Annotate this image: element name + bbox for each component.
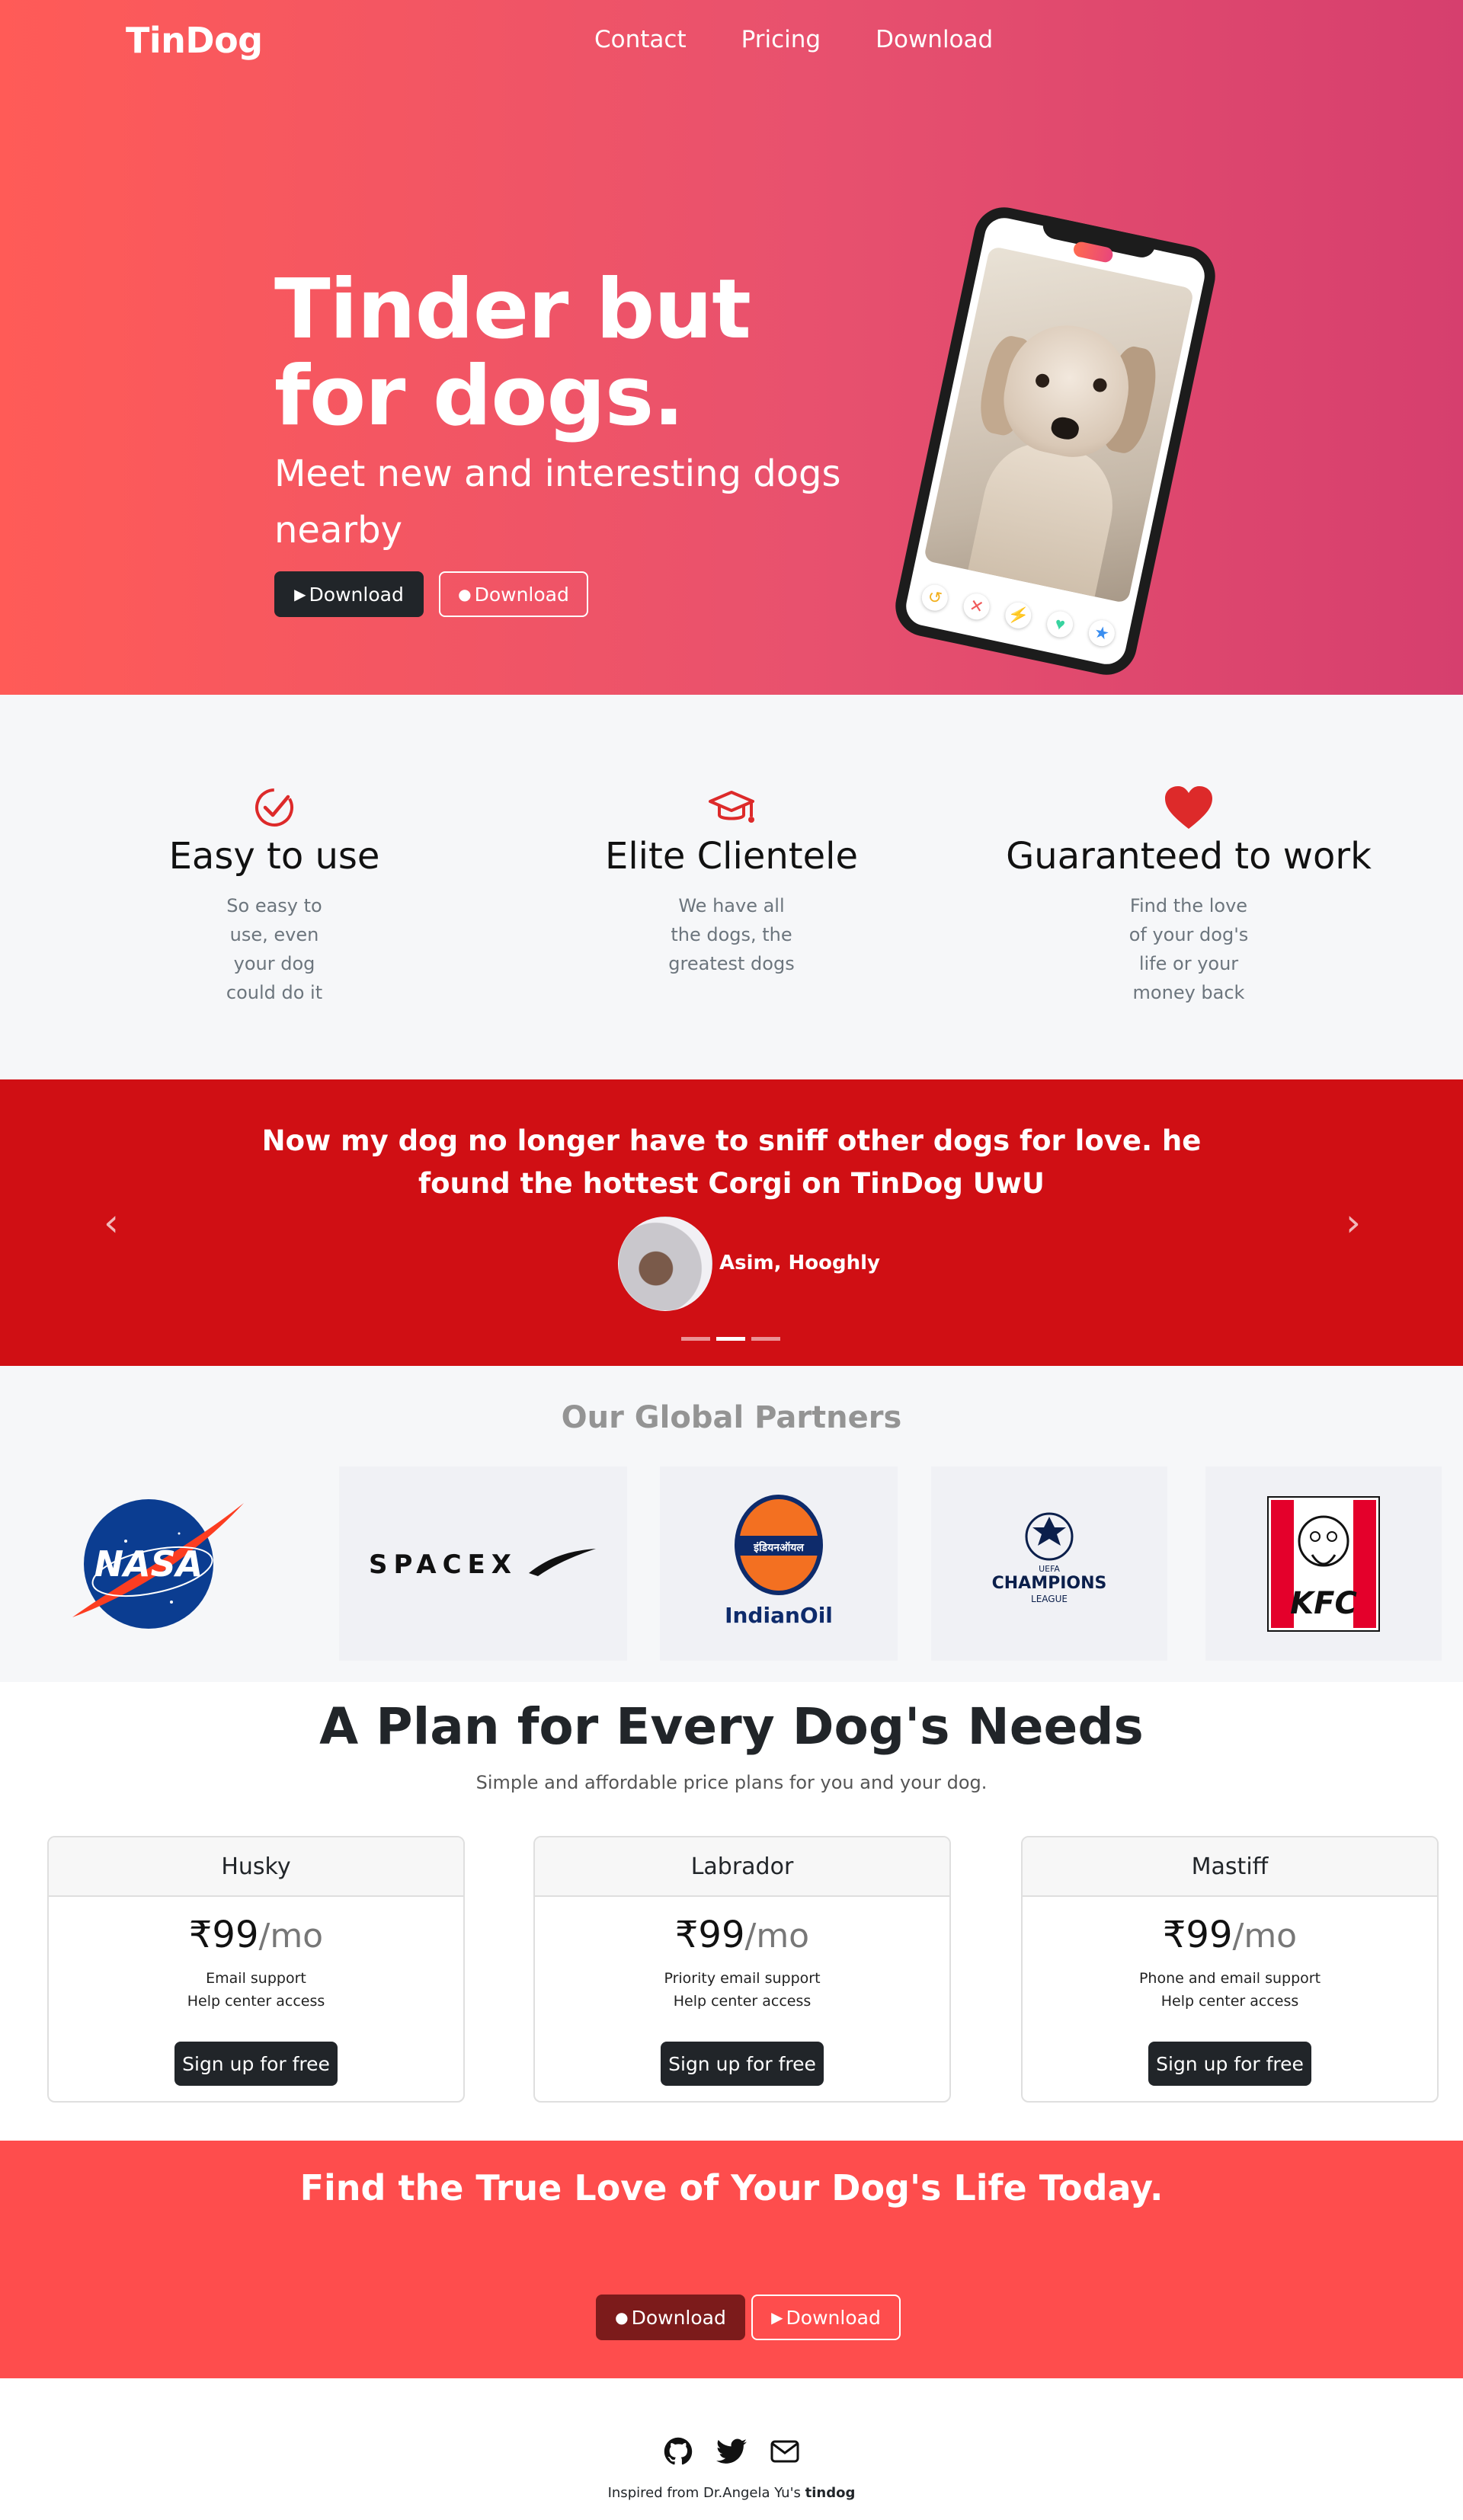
league-text: LEAGUE <box>1031 1594 1068 1604</box>
testimonial-quote: Now my dog no longer have to sniff other… <box>261 1124 1202 1200</box>
plan-price: ₹99/mo <box>188 1914 324 1956</box>
plan-feature: Help center access <box>673 1993 812 2010</box>
plan-features: Priority email support Help center acces… <box>535 1967 949 2013</box>
signup-button-husky[interactable]: Sign up for free <box>174 2042 338 2086</box>
apple-icon: ● <box>458 585 472 603</box>
footer-credit: Inspired from Dr.Angela Yu's tindog <box>0 2485 1463 2501</box>
plan-feature: Help center access <box>187 1993 325 2010</box>
play-store-icon: ▶ <box>294 585 306 603</box>
plan-feature: Help center access <box>1160 1993 1299 2010</box>
carousel-indicators <box>681 1337 780 1341</box>
testimonial-author: Asim, Hooghly <box>719 1252 880 1274</box>
carousel-indicator-active[interactable] <box>716 1337 745 1341</box>
heart-icon <box>991 785 1387 830</box>
nav-link-contact[interactable]: Contact <box>594 26 687 53</box>
nav-links: Contact Pricing Download <box>594 26 993 53</box>
feature-elite-clientele: Elite Clientele We have all the dogs, th… <box>533 785 930 978</box>
social-links <box>663 2436 800 2467</box>
plan-feature: Phone and email support <box>1138 1970 1321 1987</box>
plan-name: Husky <box>49 1837 463 1897</box>
feature-title: Easy to use <box>168 835 380 878</box>
champions-league-text: CHAMPIONS <box>992 1574 1107 1593</box>
plan-card-mastiff: Mastiff ₹99/mo Phone and email support H… <box>1021 1836 1439 2103</box>
kfc-logo-text: KFC <box>1290 1586 1357 1621</box>
cta-title: Find the True Love of Your Dog's Life To… <box>299 2167 1164 2208</box>
nasa-logo-text: NASA <box>94 1543 203 1585</box>
pricing-subtitle: Simple and affordable price plans for yo… <box>475 1772 988 1793</box>
plan-feature: Email support <box>206 1970 306 1987</box>
feature-text: So easy to use, even your dog could do i… <box>226 895 323 1003</box>
avatar <box>618 1217 712 1311</box>
button-label: Download <box>309 583 404 606</box>
plan-features: Email support Help center access <box>49 1967 463 2013</box>
feature-text: We have all the dogs, the greatest dogs <box>668 895 795 974</box>
superlike-icon: ★ <box>1086 618 1118 649</box>
plan-feature: Priority email support <box>664 1970 821 1987</box>
phone-mockup-image: ↺ ✕ ⚡ ♥ ★ <box>889 201 1221 681</box>
nav-link-download[interactable]: Download <box>876 26 993 53</box>
carousel-prev-icon[interactable]: ‹ <box>88 1204 134 1242</box>
boost-icon: ⚡ <box>1003 600 1034 632</box>
dog-photo <box>923 245 1195 604</box>
button-label: Download <box>474 583 569 606</box>
email-icon[interactable] <box>770 2436 800 2467</box>
indianoil-hindi-text: इंडियनऑयल <box>753 1541 804 1554</box>
play-store-icon: ▶ <box>771 2308 783 2327</box>
plan-card-labrador: Labrador ₹99/mo Priority email support H… <box>533 1836 951 2103</box>
indianoil-logo: इंडियनऑयल IndianOil <box>660 1466 898 1661</box>
play-store-download-button[interactable]: ▶ Download <box>751 2295 901 2340</box>
credit-text: Inspired from Dr.Angela Yu's <box>607 2485 805 2501</box>
graduation-cap-icon <box>533 785 930 830</box>
credit-link[interactable]: tindog <box>805 2485 856 2501</box>
spacex-logo: SPACEX <box>339 1466 627 1661</box>
feature-text: Find the love of your dog's life or your… <box>1128 895 1249 1003</box>
app-store-download-button[interactable]: ● Download <box>596 2295 745 2340</box>
plan-price: ₹99/mo <box>674 1914 810 1956</box>
hero-buttons: ▶ Download ● Download <box>274 571 588 617</box>
nasa-logo: NASA <box>46 1466 267 1661</box>
carousel-indicator[interactable] <box>681 1337 710 1341</box>
hero-section: TinDog Contact Pricing Download Tinder b… <box>0 0 1463 695</box>
apple-icon: ● <box>615 2308 629 2327</box>
github-icon[interactable] <box>663 2436 693 2467</box>
uefa-text: UEFA <box>1039 1564 1060 1574</box>
button-label: Download <box>631 2306 726 2329</box>
hero-title: Tinder but for dogs. <box>274 262 751 444</box>
champions-league-logo: UEFA CHAMPIONS LEAGUE <box>931 1466 1167 1661</box>
app-store-download-button[interactable]: ● Download <box>439 571 588 617</box>
indianoil-logo-text: IndianOil <box>725 1603 833 1628</box>
carousel-next-icon[interactable]: › <box>1330 1204 1376 1242</box>
button-label: Download <box>786 2306 881 2329</box>
cta-buttons: ● Download ▶ Download <box>596 2295 901 2340</box>
plan-price: ₹99/mo <box>1162 1914 1298 1956</box>
signup-button-mastiff[interactable]: Sign up for free <box>1148 2042 1311 2086</box>
plan-card-husky: Husky ₹99/mo Email support Help center a… <box>47 1836 465 2103</box>
pricing-title: A Plan for Every Dog's Needs <box>319 1697 1144 1756</box>
like-icon: ♥ <box>1044 609 1076 640</box>
feature-guaranteed: Guaranteed to work Find the love of your… <box>991 785 1387 1007</box>
plan-name: Mastiff <box>1023 1837 1437 1897</box>
twitter-icon[interactable] <box>716 2436 747 2467</box>
rewind-icon: ↺ <box>919 582 950 613</box>
nav-link-pricing[interactable]: Pricing <box>741 26 821 53</box>
nope-icon: ✕ <box>961 591 992 622</box>
signup-button-labrador[interactable]: Sign up for free <box>661 2042 824 2086</box>
partners-title: Our Global Partners <box>561 1400 902 1435</box>
brand-logo[interactable]: TinDog <box>126 20 263 61</box>
hero-subtitle: Meet new and interesting dogs nearby <box>274 453 841 552</box>
spacex-logo-text: SPACEX <box>369 1549 517 1580</box>
feature-title: Guaranteed to work <box>1006 835 1372 878</box>
kfc-logo: KFC <box>1205 1466 1442 1661</box>
carousel-indicator[interactable] <box>751 1337 780 1341</box>
check-circle-icon <box>76 785 472 830</box>
feature-easy-to-use: Easy to use So easy to use, even your do… <box>76 785 472 1007</box>
plan-name: Labrador <box>535 1837 949 1897</box>
play-store-download-button[interactable]: ▶ Download <box>274 571 424 617</box>
feature-title: Elite Clientele <box>605 835 858 878</box>
plan-features: Phone and email support Help center acce… <box>1023 1967 1437 2013</box>
